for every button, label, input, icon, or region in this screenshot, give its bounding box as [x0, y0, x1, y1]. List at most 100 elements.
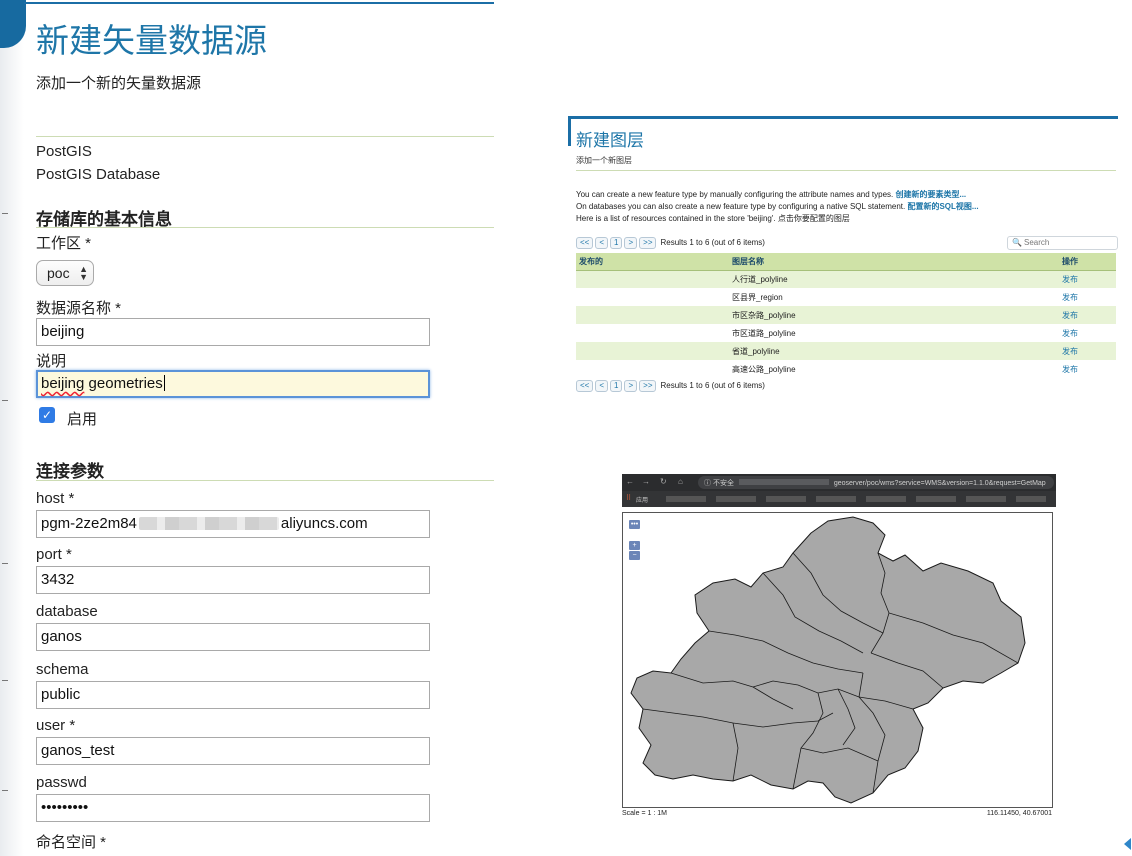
- pager-page-button[interactable]: 1: [610, 380, 622, 392]
- host-input[interactable]: pgm-2ze2m84aliyuncs.com: [36, 510, 430, 538]
- table-row: 省道_polyline发布: [576, 342, 1116, 360]
- user-input[interactable]: ganos_test: [36, 737, 430, 765]
- search-icon: 🔍: [1012, 238, 1022, 247]
- column-layer-name[interactable]: 图层名称: [729, 253, 1059, 270]
- header-line: [568, 116, 1118, 119]
- redacted-blur: [739, 479, 829, 485]
- address-bar[interactable]: ⓘ 不安全 geoserver/poc/wms?service=WMS&vers…: [698, 476, 1054, 489]
- info-icon: ⓘ: [704, 480, 711, 487]
- layer-name-cell: 省道_polyline: [729, 342, 1059, 360]
- select-arrows-icon: ▲▼: [79, 265, 88, 281]
- panel-shadow: [0, 0, 24, 856]
- pager-first-button[interactable]: <<: [576, 380, 593, 392]
- passwd-label: passwd: [36, 774, 87, 791]
- publish-link[interactable]: 发布: [1062, 329, 1078, 338]
- misspelled-word: beijing: [41, 375, 84, 392]
- pager-bottom: <<<1>>>Results 1 to 6 (out of 6 items): [576, 380, 765, 393]
- description-input[interactable]: beijing geometries: [36, 370, 430, 398]
- home-icon[interactable]: ⌂: [678, 477, 683, 486]
- redacted-bookmarks: [666, 496, 1046, 502]
- pager-top: <<<1>>>Results 1 to 6 (out of 6 items): [576, 237, 765, 250]
- passwd-input[interactable]: •••••••••: [36, 794, 430, 822]
- published-cell: [576, 324, 729, 342]
- reload-icon[interactable]: ↻: [660, 477, 667, 486]
- coordinate-readout: 116.11450, 40.67001: [987, 810, 1052, 817]
- map-canvas[interactable]: ••• + −: [622, 512, 1053, 808]
- column-published[interactable]: 发布的: [576, 253, 729, 270]
- edge-tick: [2, 563, 8, 564]
- description-label: 说明: [36, 350, 66, 371]
- host-prefix: pgm-2ze2m84: [41, 515, 137, 532]
- store-type: PostGIS: [36, 143, 92, 160]
- pager-page-button[interactable]: 1: [610, 237, 622, 249]
- table-header-row: 发布的 图层名称 操作: [576, 253, 1116, 270]
- info-line-3: Here is a list of resources contained in…: [576, 213, 850, 224]
- publish-link[interactable]: 发布: [1062, 347, 1078, 356]
- connection-params-heading: 连接参数: [36, 457, 104, 482]
- redacted-blur: [139, 517, 279, 530]
- namespace-label: 命名空间 *: [36, 831, 106, 852]
- publish-link[interactable]: 发布: [1062, 275, 1078, 284]
- pager-next-button[interactable]: >: [624, 380, 637, 392]
- description-rest: geometries: [84, 375, 162, 392]
- pager-last-button[interactable]: >>: [639, 380, 656, 392]
- table-row: 人行道_polyline发布: [576, 270, 1116, 288]
- edge-tick: [2, 400, 8, 401]
- create-feature-type-link[interactable]: 创建新的要素类型...: [895, 190, 966, 199]
- apps-label[interactable]: 应用: [636, 495, 648, 504]
- scale-label: Scale = 1 : 1M: [622, 810, 667, 817]
- back-icon[interactable]: ←: [626, 477, 634, 486]
- enabled-checkbox[interactable]: ✓: [39, 407, 55, 423]
- pager-next-button[interactable]: >: [624, 237, 637, 249]
- table-row: 市区杂路_polyline发布: [576, 306, 1116, 324]
- info-line-2: On databases you can also create a new f…: [576, 201, 979, 212]
- schema-input[interactable]: public: [36, 681, 430, 709]
- collapse-arrow-icon[interactable]: [1124, 838, 1131, 850]
- divider: [36, 480, 494, 481]
- publish-link[interactable]: 发布: [1062, 311, 1078, 320]
- database-input[interactable]: ganos: [36, 623, 430, 651]
- table-row: 区县界_region发布: [576, 288, 1116, 306]
- page-subtitle: 添加一个新的矢量数据源: [36, 72, 201, 93]
- published-cell: [576, 360, 729, 378]
- layer-page-title: 新建图层: [576, 126, 644, 151]
- layers-table: 发布的 图层名称 操作 人行道_polyline发布 区县界_region发布 …: [576, 253, 1116, 378]
- store-name-input[interactable]: beijing: [36, 318, 430, 346]
- host-label: host *: [36, 490, 74, 507]
- user-label: user *: [36, 717, 75, 734]
- info-line-1: You can create a new feature type by man…: [576, 189, 966, 200]
- table-row: 市区道路_polyline发布: [576, 324, 1116, 342]
- text-caret: [164, 375, 165, 391]
- publish-link[interactable]: 发布: [1062, 293, 1078, 302]
- schema-label: schema: [36, 661, 89, 678]
- divider: [576, 170, 1116, 171]
- pager-first-button[interactable]: <<: [576, 237, 593, 249]
- port-label: port *: [36, 546, 72, 563]
- forward-icon[interactable]: →: [642, 477, 650, 486]
- publish-link[interactable]: 发布: [1062, 365, 1078, 374]
- pager-results-text: Results 1 to 6 (out of 6 items): [660, 237, 765, 249]
- layer-name-cell: 市区道路_polyline: [729, 324, 1059, 342]
- beijing-outline: [631, 517, 1025, 803]
- layer-search-input[interactable]: 🔍 Search: [1007, 236, 1118, 250]
- pager-prev-button[interactable]: <: [595, 237, 608, 249]
- database-label: database: [36, 603, 98, 620]
- published-cell: [576, 288, 729, 306]
- search-placeholder: Search: [1024, 238, 1049, 247]
- workspace-select[interactable]: poc ▲▼: [36, 260, 94, 286]
- store-type-description: PostGIS Database: [36, 166, 160, 183]
- vector-store-form: 新建矢量数据源 添加一个新的矢量数据源 PostGIS PostGIS Data…: [0, 0, 500, 856]
- pager-prev-button[interactable]: <: [595, 380, 608, 392]
- port-input[interactable]: 3432: [36, 566, 430, 594]
- bookmarks-bar: ⠿ 应用: [622, 491, 1056, 507]
- apps-grid-icon[interactable]: ⠿: [626, 494, 631, 502]
- info-text: You can create a new feature type by man…: [576, 190, 895, 199]
- header-line: [24, 2, 494, 4]
- layer-page-subtitle: 添加一个新图层: [576, 155, 632, 166]
- column-action[interactable]: 操作: [1059, 253, 1116, 270]
- browser-toolbar: ← → ↻ ⌂ ⓘ 不安全 geoserver/poc/wms?service=…: [622, 474, 1056, 491]
- info-text: On databases you can also create a new f…: [576, 202, 907, 211]
- layer-name-cell: 区县界_region: [729, 288, 1059, 306]
- configure-sql-view-link[interactable]: 配置新的SQL视图...: [907, 202, 978, 211]
- pager-last-button[interactable]: >>: [639, 237, 656, 249]
